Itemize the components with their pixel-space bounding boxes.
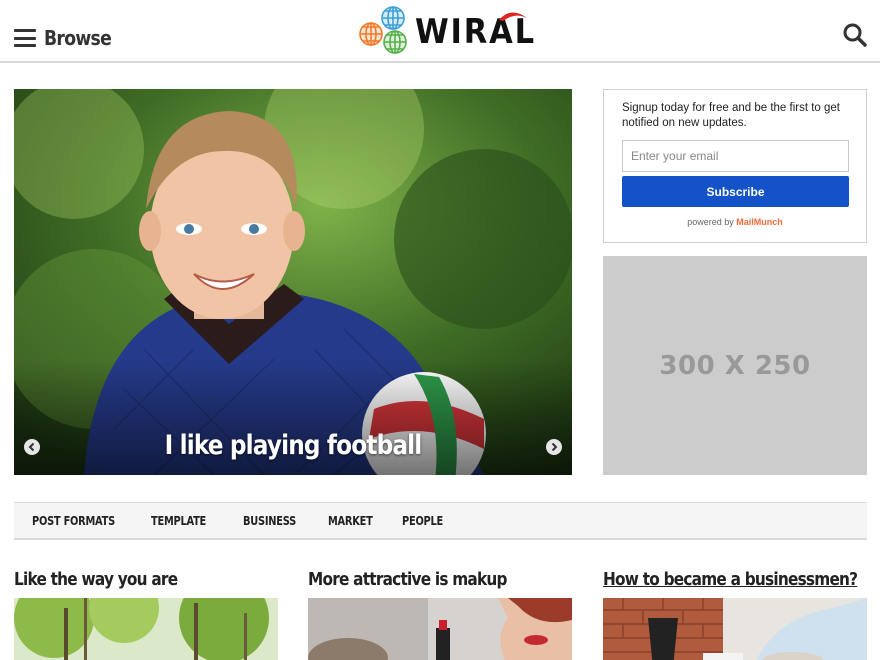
category-nav: POST FORMATS TEMPLATE BUSINESS MARKET PE… — [14, 502, 867, 540]
powered-by-note: powered by MailMunch — [604, 217, 866, 227]
newsletter-signup-widget: Signup today for free and be the first t… — [603, 89, 867, 243]
post-thumbnail-business[interactable] — [603, 598, 867, 660]
featured-slider[interactable]: I like playing football — [14, 89, 572, 475]
post-thumbnail-makeup[interactable] — [308, 598, 572, 660]
site-header: Browse WIRAL — [0, 0, 880, 63]
category-market[interactable]: MARKET — [328, 514, 373, 528]
post-card: How to became a businessmen? — [603, 568, 867, 660]
post-title[interactable]: Like the way you are — [14, 568, 238, 594]
category-template[interactable]: TEMPLATE — [151, 514, 206, 528]
post-card: Like the way you are — [14, 568, 278, 660]
post-title[interactable]: More attractive is makup — [308, 568, 532, 594]
site-logo[interactable]: WIRAL — [357, 4, 534, 58]
category-post-formats[interactable]: POST FORMATS — [32, 514, 115, 528]
ad-size-label: 300 X 250 — [659, 350, 811, 381]
powered-by-label: powered by — [687, 217, 734, 227]
subscribe-button[interactable]: Subscribe — [622, 176, 849, 207]
post-title[interactable]: How to became a businessmen? — [603, 568, 858, 594]
slider-next-button[interactable] — [546, 439, 562, 455]
email-field[interactable] — [622, 140, 849, 172]
hamburger-menu-icon — [14, 29, 36, 47]
browse-menu-button[interactable]: Browse — [14, 26, 122, 50]
post-card: More attractive is makup — [308, 568, 572, 660]
ad-placeholder[interactable]: 300 X 250 — [603, 256, 867, 475]
search-button[interactable] — [842, 22, 868, 48]
globe-logo-icon — [359, 6, 407, 54]
chevron-left-icon — [28, 442, 35, 452]
post-thumbnail-trees[interactable] — [14, 598, 278, 660]
browse-label: Browse — [44, 26, 112, 50]
mailmunch-link[interactable]: MailMunch — [736, 217, 783, 227]
slide-photo-boy-with-ball — [14, 89, 572, 475]
search-icon — [843, 23, 867, 47]
slide-caption[interactable]: I like playing football — [53, 430, 533, 461]
logo-swoosh-icon — [499, 12, 527, 21]
category-business[interactable]: BUSINESS — [243, 514, 296, 528]
slider-prev-button[interactable] — [24, 439, 40, 455]
chevron-right-icon — [551, 442, 558, 452]
category-people[interactable]: PEOPLE — [402, 514, 443, 528]
signup-message: Signup today for free and be the first t… — [622, 102, 841, 129]
